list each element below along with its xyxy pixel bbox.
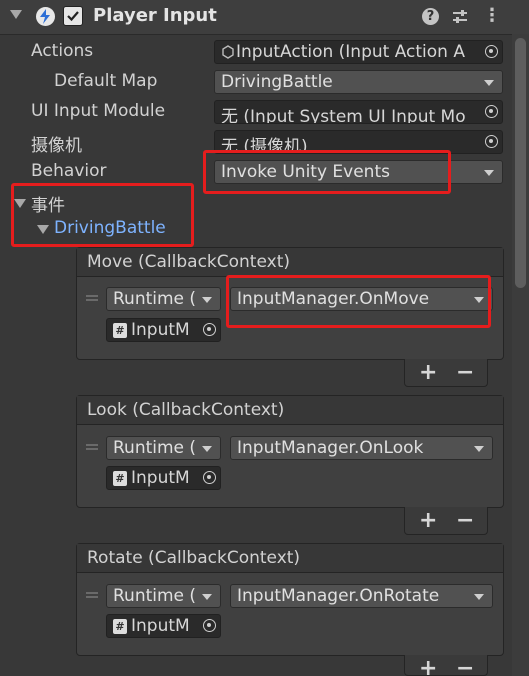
highlight-box	[203, 150, 451, 194]
function-dropdown[interactable]: InputManager.OnRotate	[230, 584, 493, 608]
function-dropdown[interactable]: InputManager.OnLook	[230, 436, 493, 460]
object-picker-icon[interactable]	[485, 45, 498, 58]
default-map-label: Default Map	[54, 71, 158, 91]
target-object-field[interactable]: # InputM	[106, 318, 221, 342]
add-remove-bar: + −	[404, 507, 488, 535]
default-map-value: DrivingBattle	[221, 72, 333, 92]
drag-handle-icon[interactable]	[86, 592, 98, 598]
chevron-down-icon	[474, 446, 484, 452]
highlight-box	[226, 275, 491, 328]
event-title: Rotate (CallbackContext)	[87, 548, 301, 568]
function-value: InputManager.OnLook	[237, 438, 424, 458]
chevron-down-icon	[484, 170, 494, 176]
function-value: InputManager.OnRotate	[237, 586, 440, 606]
drag-handle-icon[interactable]	[86, 295, 98, 301]
runtime-value: Runtime (	[113, 289, 197, 309]
target-object-field[interactable]: # InputM	[106, 466, 221, 490]
actions-object-field[interactable]: InputAction (Input Action A	[214, 40, 503, 64]
add-remove-bar: + −	[404, 655, 488, 676]
object-picker-icon[interactable]	[485, 105, 498, 118]
add-remove-bar: + −	[404, 359, 488, 387]
chevron-down-icon	[484, 80, 494, 86]
target-object-value: InputM	[131, 320, 190, 340]
target-object-value: InputM	[131, 468, 190, 488]
runtime-dropdown[interactable]: Runtime (	[106, 287, 221, 311]
presets-icon[interactable]	[451, 8, 469, 26]
object-picker-icon[interactable]	[203, 323, 216, 336]
drag-handle-icon[interactable]	[86, 444, 98, 450]
runtime-value: Runtime (	[113, 586, 197, 606]
remove-listener-button[interactable]: −	[456, 359, 474, 387]
default-map-dropdown[interactable]: DrivingBattle	[214, 70, 503, 94]
player-input-icon	[36, 7, 55, 26]
remove-listener-button[interactable]: −	[456, 507, 474, 535]
enable-checkbox[interactable]	[63, 6, 83, 26]
event-title: Look (CallbackContext)	[87, 400, 285, 420]
add-listener-button[interactable]: +	[419, 655, 437, 675]
foldout-arrow-icon[interactable]	[10, 10, 22, 19]
component-header: Player Input ? ⋮	[0, 0, 529, 35]
target-object-field[interactable]: # InputM	[106, 614, 221, 638]
runtime-value: Runtime (	[113, 438, 197, 458]
actions-value: InputAction (Input Action A	[236, 42, 465, 62]
add-listener-button[interactable]: +	[419, 359, 437, 387]
target-object-value: InputM	[131, 616, 190, 636]
remove-listener-button[interactable]: −	[456, 655, 474, 675]
event-title: Move (CallbackContext)	[87, 252, 290, 272]
ui-input-module-label: UI Input Module	[31, 101, 166, 121]
object-picker-icon[interactable]	[203, 471, 216, 484]
object-picker-icon[interactable]	[485, 135, 498, 148]
scrollbar-thumb[interactable]	[515, 38, 526, 288]
chevron-down-icon	[202, 594, 212, 600]
ui-input-module-field[interactable]: 无 (Input System UI Input Mo	[214, 100, 503, 124]
runtime-dropdown[interactable]: Runtime (	[106, 436, 221, 460]
runtime-dropdown[interactable]: Runtime (	[106, 584, 221, 608]
behavior-label: Behavior	[31, 161, 107, 181]
chevron-down-icon	[474, 594, 484, 600]
add-listener-button[interactable]: +	[419, 507, 437, 535]
context-menu-icon[interactable]: ⋮	[483, 7, 501, 25]
script-icon: #	[113, 471, 127, 486]
input-action-asset-icon	[222, 45, 234, 59]
object-picker-icon[interactable]	[203, 619, 216, 632]
script-icon: #	[113, 619, 127, 634]
highlight-box	[11, 183, 194, 247]
actions-label: Actions	[31, 41, 94, 61]
chevron-down-icon	[202, 446, 212, 452]
chevron-down-icon	[202, 297, 212, 303]
help-icon[interactable]: ?	[422, 8, 439, 25]
ui-input-module-value: 无 (Input System UI Input Mo	[221, 107, 466, 124]
component-title: Player Input	[93, 5, 217, 26]
script-icon: #	[113, 323, 127, 338]
camera-label: 摄像机	[31, 136, 82, 156]
